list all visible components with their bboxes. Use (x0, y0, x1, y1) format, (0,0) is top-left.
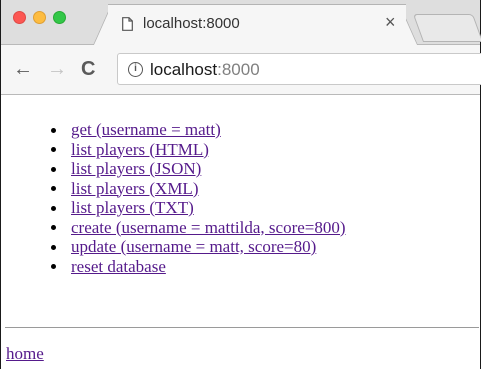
tab-title: localhost:8000 (143, 15, 240, 32)
new-tab-button[interactable] (412, 14, 481, 42)
list-item: create (username = mattilda, score=800) (51, 218, 346, 238)
list-item: list players (XML) (51, 179, 346, 199)
create-user-link[interactable]: create (username = mattilda, score=800) (71, 218, 346, 237)
tab-close-icon[interactable]: × (385, 12, 396, 32)
get-user-link[interactable]: get (username = matt) (71, 120, 221, 139)
list-item: get (username = matt) (51, 120, 346, 140)
link-list: get (username = matt) list players (HTML… (51, 120, 346, 277)
update-user-link[interactable]: update (username = matt, score=80) (71, 237, 316, 256)
list-item: update (username = matt, score=80) (51, 237, 346, 257)
back-arrow-icon[interactable]: ← (13, 59, 33, 79)
home-link[interactable]: home (6, 344, 44, 364)
url-text[interactable]: localhost:8000 (150, 60, 260, 80)
list-players-xml-link[interactable]: list players (XML) (71, 179, 198, 198)
browser-toolbar: ← → C i localhost:8000 (1, 45, 481, 95)
url-port: :8000 (217, 60, 260, 79)
list-players-html-link[interactable]: list players (HTML) (71, 140, 209, 159)
list-item: list players (HTML) (51, 140, 346, 160)
divider (5, 327, 479, 328)
page-content: get (username = matt) list players (HTML… (1, 96, 480, 369)
address-bar[interactable]: i localhost:8000 (117, 53, 481, 85)
info-icon[interactable]: i (128, 62, 143, 77)
close-window-button[interactable] (13, 11, 26, 24)
page-icon (122, 17, 133, 31)
reload-icon[interactable]: C (81, 59, 95, 79)
list-item: list players (JSON) (51, 159, 346, 179)
list-players-json-link[interactable]: list players (JSON) (71, 159, 201, 178)
list-item: list players (TXT) (51, 198, 346, 218)
list-item: reset database (51, 257, 346, 277)
forward-arrow-icon[interactable]: → (47, 59, 67, 79)
zoom-window-button[interactable] (53, 11, 66, 24)
reset-database-link[interactable]: reset database (71, 257, 166, 276)
minimize-window-button[interactable] (33, 11, 46, 24)
url-host: localhost (150, 60, 218, 79)
list-players-txt-link[interactable]: list players (TXT) (71, 198, 194, 217)
